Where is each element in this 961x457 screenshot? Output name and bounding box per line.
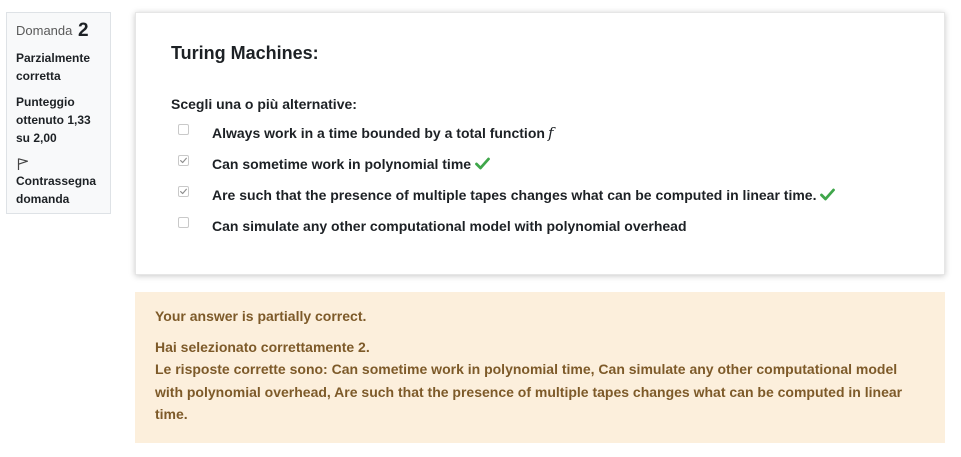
flag-question-link[interactable]: Contrassegna domanda bbox=[16, 157, 104, 208]
answer-text: Always work in a time bounded by a total… bbox=[212, 124, 545, 141]
answer-text: Can sometime work in polynomial time bbox=[212, 155, 472, 172]
answer-label[interactable]: Can sometime work in polynomial time bbox=[212, 156, 490, 172]
question-text: Turing Machines: bbox=[171, 43, 319, 63]
question-number: Domanda 2 bbox=[16, 21, 104, 41]
correct-check-icon bbox=[475, 157, 490, 170]
checkbox-check-icon bbox=[180, 188, 187, 195]
feedback-general: Your answer is partially correct. bbox=[155, 308, 367, 324]
answer-text: Are such that the presence of multiple t… bbox=[212, 186, 817, 203]
answer-prompt: Scegli una o più alternative: bbox=[171, 96, 357, 112]
math-symbol: f bbox=[547, 123, 554, 142]
correct-check-icon bbox=[820, 188, 836, 201]
answer-label[interactable]: Can simulate any other computational mod… bbox=[212, 218, 687, 234]
answer-option: Can simulate any other computational mod… bbox=[176, 210, 835, 241]
answer-checkbox[interactable] bbox=[178, 155, 189, 166]
answer-checkbox[interactable] bbox=[178, 124, 189, 135]
answer-label[interactable]: Always work in a time bounded by a total… bbox=[212, 124, 554, 142]
feedback-num-correct: Hai selezionato correttamente 2. bbox=[155, 338, 370, 355]
question-card: Turing Machines: Scegli una o più altern… bbox=[135, 12, 945, 275]
question-grade: Punteggio ottenuto 1,33 su 2,00 bbox=[16, 95, 91, 145]
answer-list: Always work in a time bounded by a total… bbox=[176, 117, 836, 241]
question-state: Parzialmente corretta bbox=[16, 51, 91, 83]
answer-checkbox[interactable] bbox=[178, 186, 189, 197]
flag-question-label: Contrassegna domanda bbox=[16, 174, 97, 206]
answer-checkbox[interactable] bbox=[178, 217, 189, 228]
flag-icon bbox=[16, 157, 30, 171]
feedback-right-answer: Le risposte corrette sono: Can sometime … bbox=[155, 361, 903, 422]
checkbox-check-icon bbox=[180, 157, 187, 164]
answer-option: Always work in a time bounded by a total… bbox=[176, 117, 835, 148]
answer-text: Can simulate any other computational mod… bbox=[212, 217, 687, 234]
answer-option: Can sometime work in polynomial time bbox=[176, 148, 835, 179]
answer-label[interactable]: Are such that the presence of multiple t… bbox=[212, 186, 836, 203]
question-number-value: 2 bbox=[78, 20, 89, 41]
answer-option: Are such that the presence of multiple t… bbox=[176, 179, 836, 210]
question-info-panel: Domanda 2 Parzialmente corretta Punteggi… bbox=[6, 12, 111, 214]
question-number-label: Domanda bbox=[16, 23, 73, 38]
feedback-box: Your answer is partially correct. Hai se… bbox=[135, 292, 945, 443]
